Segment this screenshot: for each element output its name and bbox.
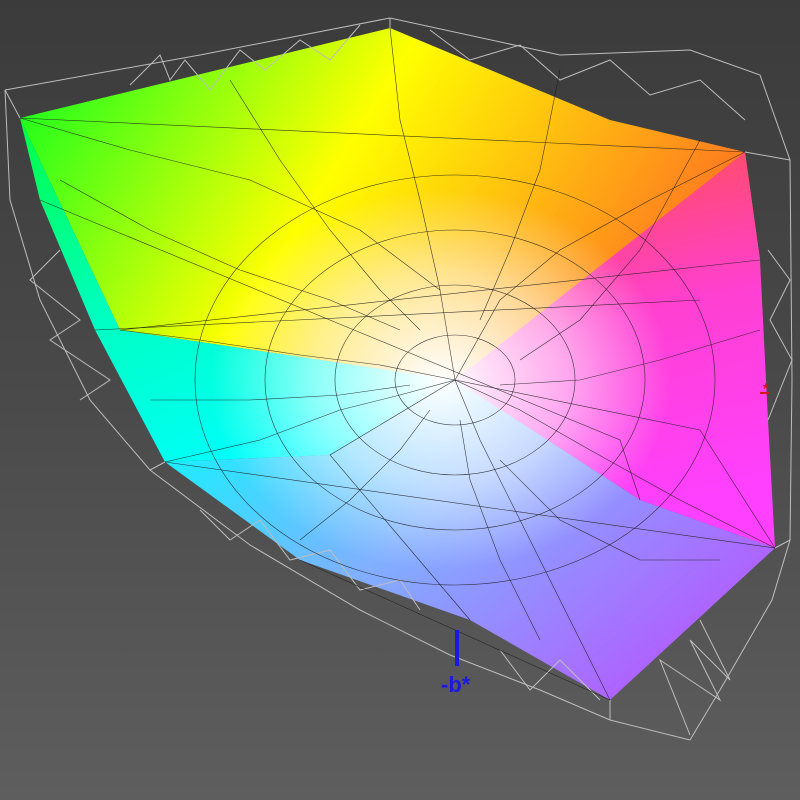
gamut-3d-viewport[interactable]: -b* * [0,0,800,800]
gamut-solid [20,28,775,700]
white-point-glow [210,190,670,570]
b-axis-label: -b* [441,672,471,697]
gamut-plot [4,17,793,741]
a-axis-label: * [763,380,769,396]
